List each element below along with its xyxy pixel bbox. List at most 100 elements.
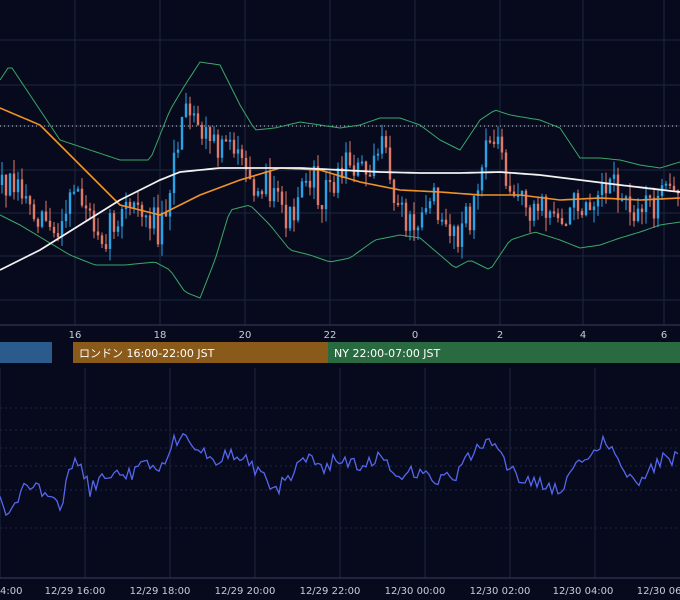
candle-body: [300, 181, 304, 198]
candle-body: [672, 185, 676, 191]
candle-body: [588, 202, 592, 211]
candle-body: [424, 208, 428, 213]
candle-body: [532, 203, 536, 221]
candle-body: [284, 204, 288, 229]
candle-body: [412, 214, 416, 231]
candle-body: [544, 196, 548, 218]
candle-body: [92, 210, 96, 232]
candle-body: [168, 193, 172, 217]
candle-body: [592, 206, 596, 211]
candle-body: [508, 185, 512, 192]
candle-body: [240, 149, 244, 158]
candle-body: [276, 188, 280, 192]
bottom-x-tick-label: 12/29 22:00: [300, 586, 361, 597]
candle-body: [552, 211, 556, 214]
candle-body: [200, 124, 204, 139]
candle-body: [224, 139, 228, 142]
candle-body: [456, 226, 460, 247]
candle-body: [396, 202, 400, 205]
candle-body: [648, 195, 652, 198]
candle-body: [472, 195, 476, 231]
candle-body: [572, 193, 576, 208]
candle-body: [612, 174, 616, 179]
candle-body: [104, 244, 108, 249]
candle-body: [108, 213, 112, 249]
candle-body: [80, 188, 84, 206]
candle-body: [12, 173, 16, 193]
candle-body: [148, 215, 152, 229]
price-x-tick-label: 6: [661, 330, 667, 341]
candle-body: [368, 174, 372, 177]
candle-body: [596, 195, 600, 207]
candle-body: [448, 224, 452, 236]
candle-body: [360, 161, 364, 164]
candle-body: [116, 226, 120, 232]
candle-body: [64, 213, 68, 222]
candle-body: [440, 219, 444, 222]
candle-body: [332, 182, 336, 193]
candle-body: [548, 211, 552, 218]
candle-body: [208, 127, 212, 142]
candle-body: [484, 140, 488, 168]
candle-body: [256, 191, 260, 196]
candle-body: [416, 227, 420, 231]
bottom-x-tick-label: 12/29 16:00: [45, 586, 106, 597]
candle-body: [564, 224, 568, 227]
candle-body: [568, 207, 572, 225]
candle-body: [320, 204, 324, 210]
price-x-tick-label: 0: [412, 330, 418, 341]
candle-body: [32, 204, 36, 220]
candle-body: [468, 206, 472, 231]
candle-body: [364, 161, 368, 175]
bottom-x-tick-label: 12/30 06:0: [637, 586, 680, 597]
candle-body: [48, 220, 52, 227]
candle-body: [404, 202, 408, 231]
candle-body: [280, 191, 284, 205]
candle-body: [452, 226, 456, 236]
candle-body: [136, 202, 140, 205]
candle-body: [308, 180, 312, 188]
bottom-x-tick-label: 12/29 20:00: [215, 586, 276, 597]
candle-body: [292, 206, 296, 221]
price-x-tick-label: 4: [580, 330, 586, 341]
session-bar: ロンドン 16:00-22:00 JST NY 22:00-07:00 JST: [0, 342, 680, 363]
candle-body: [344, 152, 348, 178]
candle-body: [72, 191, 76, 194]
candle-body: [432, 187, 436, 202]
candle-body: [304, 180, 308, 183]
candle-body: [504, 152, 508, 186]
candle-body: [488, 140, 492, 143]
candle-body: [496, 136, 500, 145]
candle-body: [408, 214, 412, 231]
candle-body: [16, 179, 20, 193]
candle-body: [316, 166, 320, 205]
bottom-x-tick-label: 12/30 04:00: [553, 586, 614, 597]
candle-body: [204, 127, 208, 139]
candle-body: [24, 196, 28, 199]
candle-body: [584, 202, 588, 216]
candle-body: [608, 178, 612, 194]
candle-body: [376, 153, 380, 156]
candle-body: [460, 223, 464, 247]
candle-body: [44, 211, 48, 221]
candle-body: [184, 103, 188, 118]
candle-body: [88, 208, 92, 211]
candle-body: [112, 213, 116, 232]
bottom-x-tick-label: 12/30 02:00: [470, 586, 531, 597]
price-x-tick-label: 2: [497, 330, 503, 341]
candle-body: [228, 139, 232, 142]
price-x-tick-label: 22: [324, 330, 337, 341]
candle-body: [600, 182, 604, 196]
candle-body: [356, 162, 360, 176]
candle-body: [328, 179, 332, 183]
candle-body: [492, 141, 496, 145]
candle-body: [4, 174, 8, 196]
bottom-x-tick-label: 12/30 00:00: [385, 586, 446, 597]
candle-body: [384, 136, 388, 148]
candle-body: [380, 136, 384, 154]
candle-body: [296, 197, 300, 221]
candle-body: [580, 211, 584, 216]
candle-body: [96, 231, 100, 236]
bottom-x-tick-label: 12/29 18:00: [130, 586, 191, 597]
candle-body: [444, 219, 448, 225]
